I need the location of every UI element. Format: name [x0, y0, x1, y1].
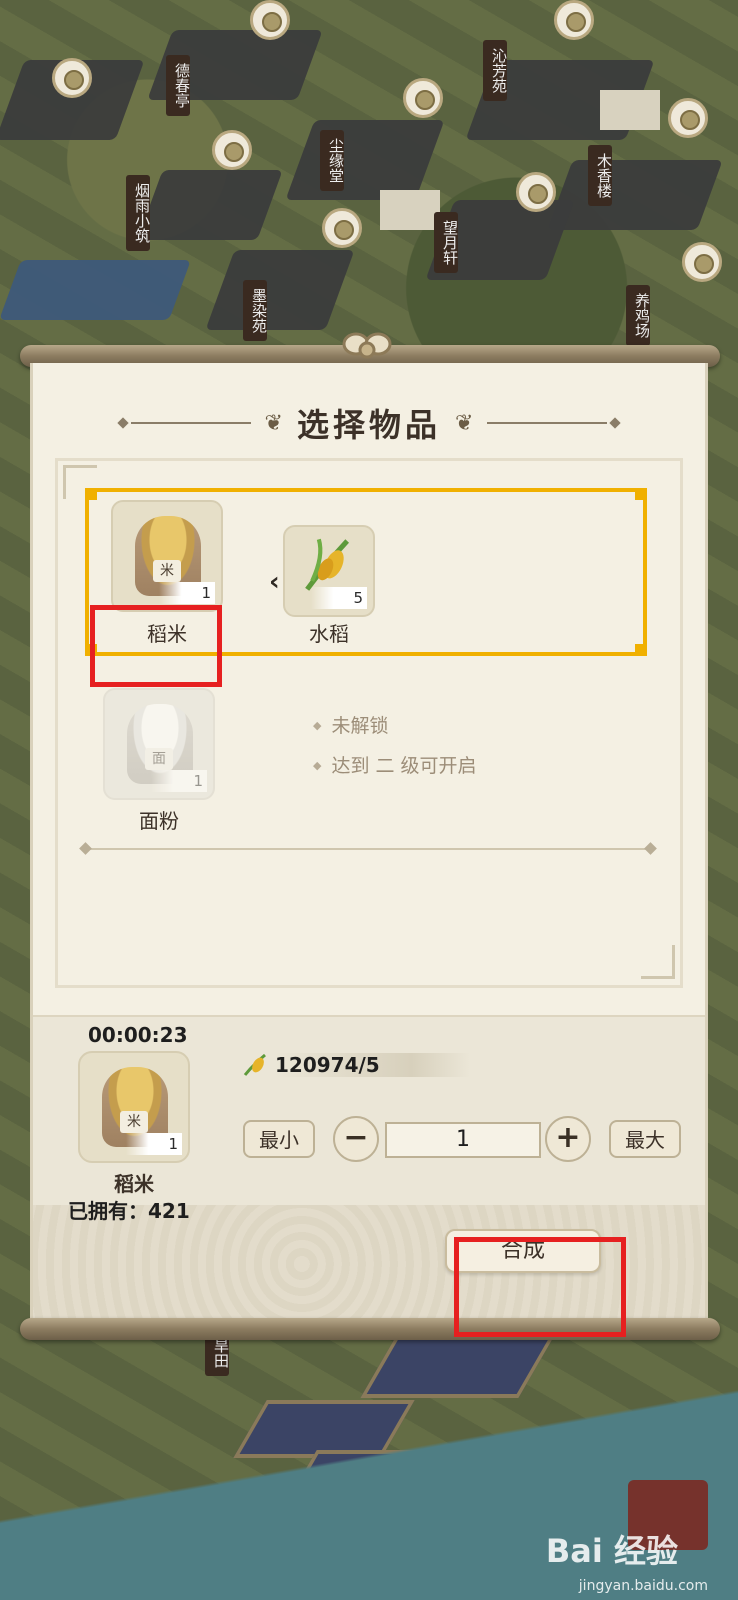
title-divider-left [130, 422, 251, 424]
item-count: 1 [159, 582, 215, 604]
coin-icon[interactable] [554, 0, 594, 40]
coin-icon[interactable] [212, 130, 252, 170]
building-sign[interactable]: 墨染苑 [243, 280, 268, 341]
coin-icon[interactable] [516, 172, 556, 212]
resource-requirement: 120974/5 [243, 1053, 470, 1077]
building-wall [380, 190, 440, 230]
sack-label: 米 [120, 1111, 148, 1133]
dialog-title: 选择物品 [296, 406, 441, 444]
plus-button[interactable]: + [545, 1116, 591, 1162]
watermark-brand: Bai 经验 [545, 1532, 678, 1570]
item-count: 1 [126, 1133, 182, 1155]
coin-icon[interactable] [322, 208, 362, 248]
max-button[interactable]: 最大 [609, 1120, 681, 1158]
title-divider-right [487, 422, 608, 424]
lock-status-text: 未解锁 [313, 711, 388, 738]
watermark-url: jingyan.baidu.com [578, 1578, 708, 1594]
building-sign[interactable]: 烟雨小筑 [126, 175, 151, 251]
select-item-dialog: ❦ 选择物品 ❦ 米 1 稻米 ‹ 5 水稻 面 1 面粉 未解锁 达到 二 [30, 363, 708, 1323]
chevron-left-icon: ‹ [269, 567, 280, 597]
item-slot-paddy[interactable]: 5 [283, 525, 375, 617]
owned-count: 已拥有：421 [68, 1199, 190, 1223]
selection-corner [87, 490, 97, 500]
coin-icon[interactable] [682, 242, 722, 282]
item-name-flour: 面粉 [139, 809, 179, 833]
resource-amount: 120974/5 [275, 1053, 470, 1077]
list-divider [85, 848, 651, 850]
item-slot-flour[interactable]: 面 1 [103, 688, 215, 800]
building-sign[interactable]: 沁芳苑 [483, 40, 508, 101]
sack-label: 面 [145, 748, 173, 770]
item-name-paddy: 水稻 [309, 622, 349, 646]
scroll-knot-icon [342, 332, 392, 359]
dialog-title-row: ❦ 选择物品 ❦ [33, 403, 705, 444]
building-wall [600, 90, 660, 130]
building-sign[interactable]: 养鸡场 [626, 285, 651, 346]
min-button[interactable]: 最小 [243, 1120, 315, 1158]
building-roof [547, 160, 723, 230]
craft-item-slot[interactable]: 米 1 [78, 1051, 190, 1163]
highlight-box-rice [90, 605, 222, 687]
paddy-icon [243, 1053, 266, 1076]
selection-corner [635, 644, 645, 654]
title-ornament-icon: ❦ [455, 410, 474, 436]
coin-icon[interactable] [250, 0, 290, 40]
highlight-box-synthesize [454, 1237, 626, 1337]
building-sign[interactable]: 尘缘堂 [320, 130, 345, 191]
minus-button[interactable]: − [333, 1116, 379, 1162]
unlock-requirement-text: 达到 二 级可开启 [313, 751, 476, 778]
title-ornament-icon: ❦ [264, 410, 283, 436]
selection-corner [635, 490, 645, 500]
item-slot-rice[interactable]: 米 1 [111, 500, 223, 612]
coin-icon[interactable] [52, 58, 92, 98]
craft-item-name: 稻米 [114, 1172, 154, 1196]
building-sign[interactable]: 木香楼 [588, 145, 613, 206]
item-count: 1 [151, 770, 207, 792]
building-sign[interactable]: 望月轩 [434, 212, 459, 273]
quantity-input[interactable]: 1 [385, 1122, 541, 1158]
corner-fret-icon [641, 945, 675, 979]
sack-label: 米 [153, 560, 181, 582]
building-roof [0, 260, 191, 320]
craft-timer: 00:00:23 [88, 1023, 188, 1047]
item-count: 5 [311, 587, 367, 609]
coin-icon[interactable] [668, 98, 708, 138]
building-sign[interactable]: 德春亭 [166, 55, 191, 116]
building-roof [137, 170, 283, 240]
coin-icon[interactable] [403, 78, 443, 118]
